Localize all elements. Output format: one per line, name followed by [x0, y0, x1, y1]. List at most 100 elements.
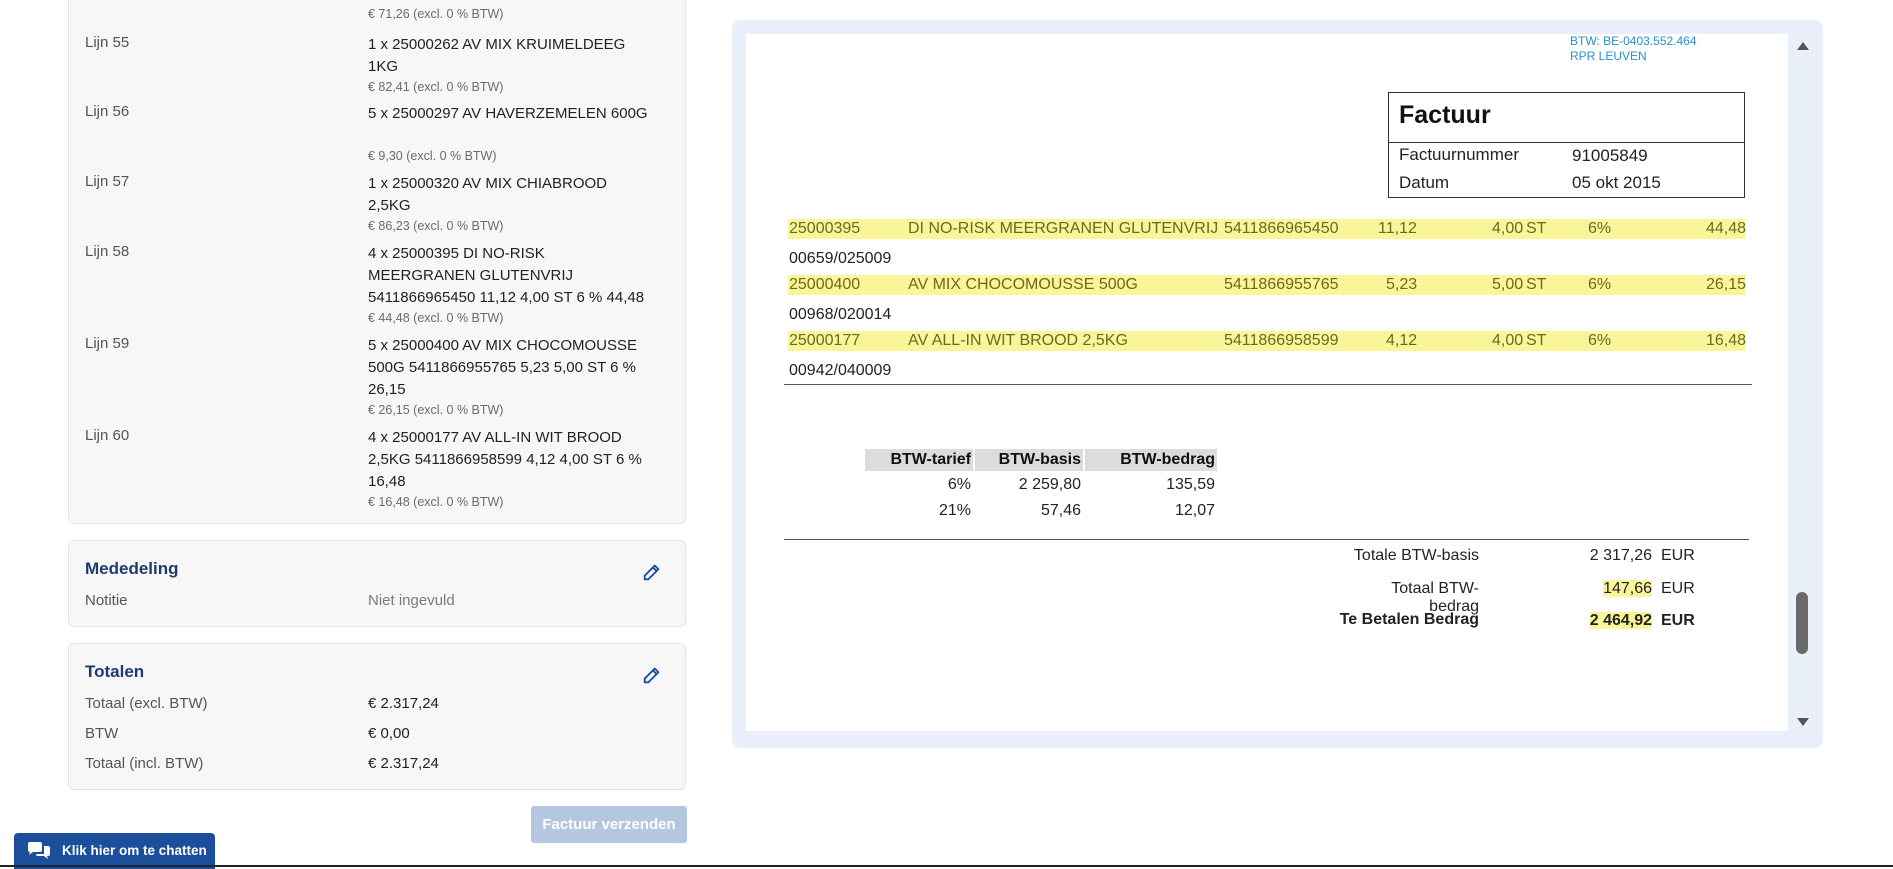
pdf-viewer[interactable]: BTW: BE-0403.552.464 RPR LEUVEN Factuur … [732, 20, 1823, 748]
factuurnummer-label: Factuurnummer [1399, 145, 1519, 164]
highlighted-value: 147,66 [1603, 580, 1652, 597]
currency: EUR [1661, 580, 1695, 597]
item-price: 11,12 [1378, 220, 1417, 237]
te-betalen-label: Te Betalen Bedrag [1339, 611, 1479, 628]
item-description: DI NO-RISK MEERGRANEN GLUTENVRIJ [908, 220, 1219, 237]
section-title: Mededeling [85, 559, 179, 578]
item-total: 16,48 [1706, 332, 1747, 349]
line-description: 4 x 25000395 DI NO-RISK MEERGRANEN GLUTE… [368, 245, 645, 306]
mededeling-card: Mededeling Notitie Niet ingevuld [68, 540, 686, 627]
edit-pencil-icon[interactable] [641, 664, 663, 686]
factuur-header-box: Factuur Factuurnummer 91005849 Datum 05 … [1388, 92, 1745, 198]
item-description: AV MIX CHOCOMOUSSE 500G [908, 276, 1138, 293]
btw-value: € 0,00 [368, 725, 410, 742]
te-betalen-value: 2 464,92 [1556, 612, 1652, 630]
line-description: 1 x 25000262 AV MIX KRUIMELDEEG 1KG [368, 36, 626, 75]
item-total: 44,48 [1706, 220, 1747, 237]
line-label: Lijn 58 [85, 243, 130, 260]
divider [1389, 142, 1744, 143]
line-price: € 82,41 (excl. 0 % BTW) [368, 80, 504, 94]
currency: EUR [1661, 612, 1695, 629]
btw-header-tarief: BTW-tarief [865, 449, 973, 471]
notitie-value: Niet ingevuld [368, 592, 455, 609]
line-price: € 26,15 (excl. 0 % BTW) [368, 403, 504, 417]
chat-button[interactable]: Klik hier om te chatten [14, 833, 215, 869]
item-vat: 6% [1588, 276, 1612, 293]
totals-divider [784, 539, 1749, 540]
invoice-lines-card: € 71,26 (excl. 0 % BTW) Lijn 55 1 x 2500… [68, 0, 686, 524]
total-btw-basis-value: 2 317,26 [1589, 547, 1652, 564]
item-price: 5,23 [1386, 276, 1418, 293]
btw-number: BTW: BE-0403.552.464 [1570, 34, 1697, 48]
item-reference: 00968/020014 [789, 306, 892, 323]
datum-label: Datum [1399, 173, 1450, 192]
item-vat: 6% [1588, 220, 1612, 237]
totaal-incl-value: € 2.317,24 [368, 755, 439, 772]
btw-cell: 21% [938, 502, 971, 519]
pdf-page[interactable]: BTW: BE-0403.552.464 RPR LEUVEN Factuur … [746, 34, 1788, 731]
total-btw-bedrag-value: 147,66 [1556, 580, 1652, 598]
btw-header-bedrag: BTW-bedrag [1085, 449, 1217, 471]
item-ean: 5411866958599 [1224, 332, 1339, 349]
btw-cell: 57,46 [1040, 502, 1081, 519]
notitie-label: Notitie [85, 592, 128, 609]
item-code: 25000177 [789, 332, 861, 349]
item-qty: 5,00 [1492, 276, 1524, 293]
scroll-thumb[interactable] [1796, 592, 1808, 654]
pdf-scrollbar[interactable] [1793, 34, 1811, 731]
total-btw-basis-label: Totale BTW-basis [1353, 547, 1479, 564]
factuur-title: Factuur [1399, 101, 1491, 129]
item-ean: 5411866955765 [1224, 276, 1339, 293]
totaal-excl-value: € 2.317,24 [368, 695, 439, 712]
item-unit: ST [1526, 220, 1547, 237]
items-divider [784, 384, 1752, 385]
line-label: Lijn 60 [85, 427, 130, 444]
line-price: € 16,48 (excl. 0 % BTW) [368, 495, 504, 509]
btw-header-basis: BTW-basis [975, 449, 1083, 471]
line-price: € 9,30 (excl. 0 % BTW) [368, 149, 497, 163]
totaal-excl-label: Totaal (excl. BTW) [85, 695, 208, 712]
chat-button-label: Klik hier om te chatten [62, 843, 207, 858]
highlighted-value: 2 464,92 [1589, 612, 1652, 629]
factuurnummer-value: 91005849 [1572, 146, 1648, 165]
line-label: Lijn 57 [85, 173, 130, 190]
line-description: 4 x 25000177 AV ALL-IN WIT BROOD 2,5KG 5… [368, 429, 642, 490]
item-ean: 5411866965450 [1224, 220, 1339, 237]
item-reference: 00942/040009 [789, 362, 892, 379]
btw-cell: 2 259,80 [1018, 476, 1081, 493]
item-code: 25000395 [789, 220, 861, 237]
line-description: 1 x 25000320 AV MIX CHIABROOD 2,5KG [368, 175, 607, 214]
line-description: 5 x 25000297 AV HAVERZEMELEN 600G [368, 105, 648, 122]
btw-cell: 135,59 [1166, 476, 1215, 493]
item-total: 26,15 [1706, 276, 1747, 293]
totaal-incl-label: Totaal (incl. BTW) [85, 755, 204, 772]
btw-label: BTW [85, 725, 119, 742]
item-code: 25000400 [789, 276, 861, 293]
line-description: 5 x 25000400 AV MIX CHOCOMOUSSE 500G 541… [368, 337, 637, 398]
line-price: € 44,48 (excl. 0 % BTW) [368, 311, 504, 325]
item-qty: 4,00 [1492, 220, 1524, 237]
line-label: Lijn 56 [85, 103, 130, 120]
factuur-verzenden-button[interactable]: Factuur verzenden [531, 806, 687, 843]
currency: EUR [1661, 547, 1695, 564]
scroll-down-arrow-icon[interactable] [1797, 718, 1809, 726]
totalen-card: Totalen Totaal (excl. BTW) € 2.317,24 BT… [68, 643, 686, 790]
datum-value: 05 okt 2015 [1572, 173, 1661, 192]
scroll-up-arrow-icon[interactable] [1797, 42, 1809, 50]
item-description: AV ALL-IN WIT BROOD 2,5KG [908, 332, 1128, 349]
edit-pencil-icon[interactable] [641, 561, 663, 583]
btw-cell: 6% [947, 476, 971, 493]
item-reference: 00659/025009 [789, 250, 892, 267]
btw-cell: 12,07 [1174, 502, 1215, 519]
item-unit: ST [1526, 332, 1547, 349]
item-qty: 4,00 [1492, 332, 1524, 349]
rpr-text: RPR LEUVEN [1570, 49, 1647, 63]
item-unit: ST [1526, 276, 1547, 293]
section-title: Totalen [85, 662, 145, 681]
line-price: € 71,26 (excl. 0 % BTW) [368, 7, 504, 21]
line-label: Lijn 59 [85, 335, 130, 352]
chat-bubbles-icon [28, 842, 50, 859]
btw-table: BTW-tarief BTW-basis BTW-bedrag 6% 2 259… [865, 449, 1217, 529]
line-label: Lijn 55 [85, 34, 130, 51]
item-vat: 6% [1588, 332, 1612, 349]
